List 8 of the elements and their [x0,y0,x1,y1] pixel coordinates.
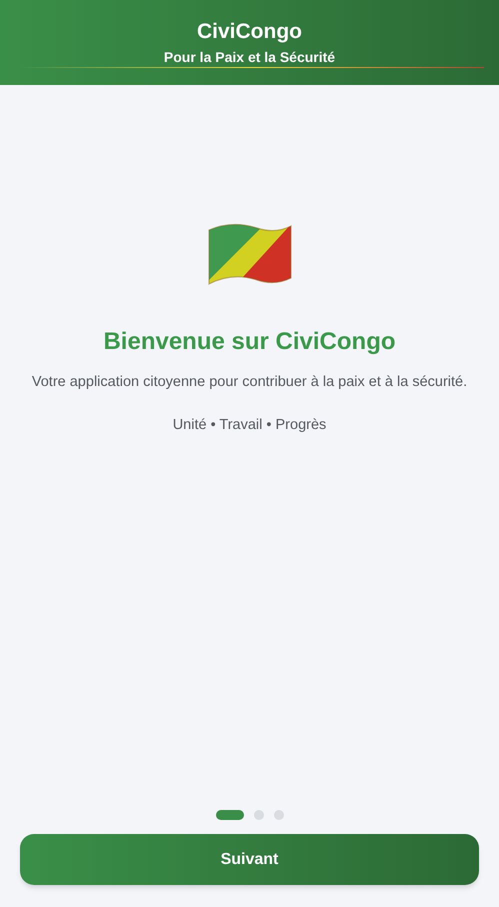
next-button[interactable]: Suivant [20,834,479,885]
flag-icon [206,222,292,288]
page-indicator[interactable] [216,810,244,820]
app-title: CiviCongo [197,19,302,45]
app-subtitle: Pour la Paix et la Sécurité [164,48,336,66]
welcome-description: Votre application citoyenne pour contribuer à la paix et à la sécurité. [30,373,468,392]
welcome-heading: Bienvenue sur CiviCongo [103,327,396,357]
motto-text: Unité • Travail • Progrès [172,416,326,435]
